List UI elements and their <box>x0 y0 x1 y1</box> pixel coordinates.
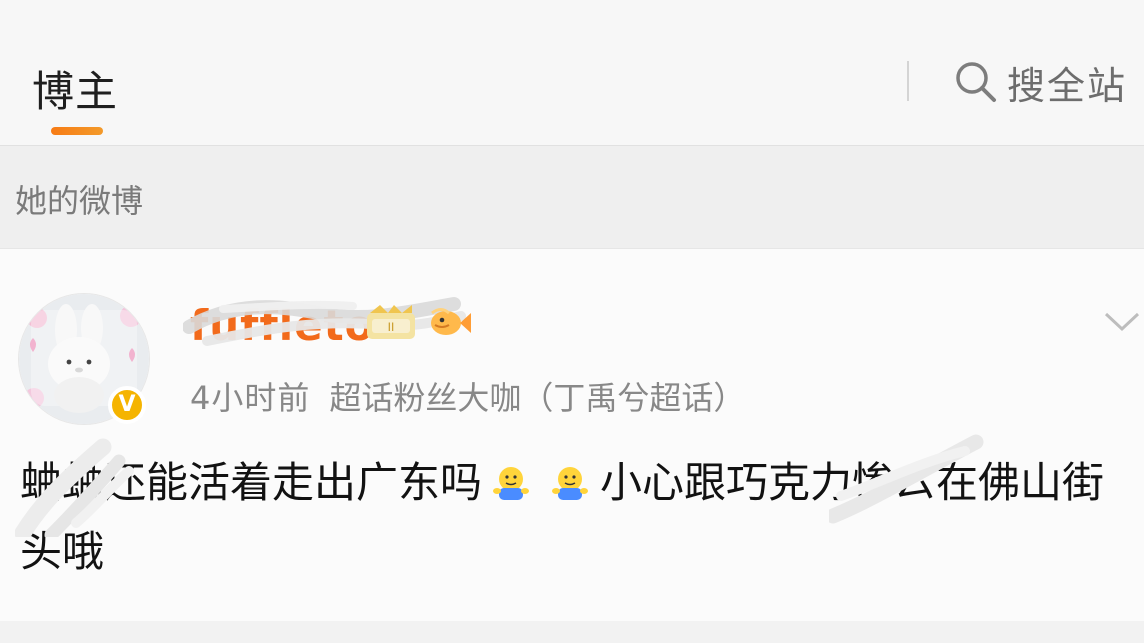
fish-badge-icon <box>431 308 471 335</box>
post-card[interactable]: V fuffleto II 4小时前 超话粉丝大咖（丁禹兮超话） 蛐蛐还能活着走出… <box>0 249 1144 621</box>
avatar-container[interactable]: V <box>18 293 150 425</box>
post-text-part-1: 蛐蛐还能活着走出广东吗 <box>20 458 483 507</box>
shrug-emoji-icon <box>552 467 589 500</box>
search-icon <box>956 62 996 102</box>
tab-divider <box>907 61 909 101</box>
section-title: 她的微博 <box>15 182 144 220</box>
chevron-down-icon[interactable] <box>1100 307 1144 337</box>
post-meta: 4小时前 超话粉丝大咖（丁禹兮超话） <box>190 373 745 419</box>
search-all-label: 搜全站 <box>1007 63 1128 108</box>
shrug-emoji-icon <box>493 467 530 500</box>
post-text: 蛐蛐还能活着走出广东吗 小心跟巧克力惨ㄙ在佛山街头哦 <box>20 448 1125 586</box>
active-tab-indicator <box>51 127 103 135</box>
tab-blogger[interactable]: 博主 <box>32 58 118 119</box>
tab-header: 博主 搜全站 <box>0 0 1144 146</box>
svg-text:II: II <box>388 320 395 334</box>
section-header: 她的微博 <box>0 146 1144 249</box>
verified-v-icon: V <box>108 386 146 424</box>
post-fan-title[interactable]: 超话粉丝大咖（丁禹兮超话） <box>329 379 745 417</box>
fan-level-crown-badge-icon: II <box>367 305 415 339</box>
post-time: 4小时前 <box>190 379 311 417</box>
search-all-button[interactable]: 搜全站 <box>954 56 1127 108</box>
